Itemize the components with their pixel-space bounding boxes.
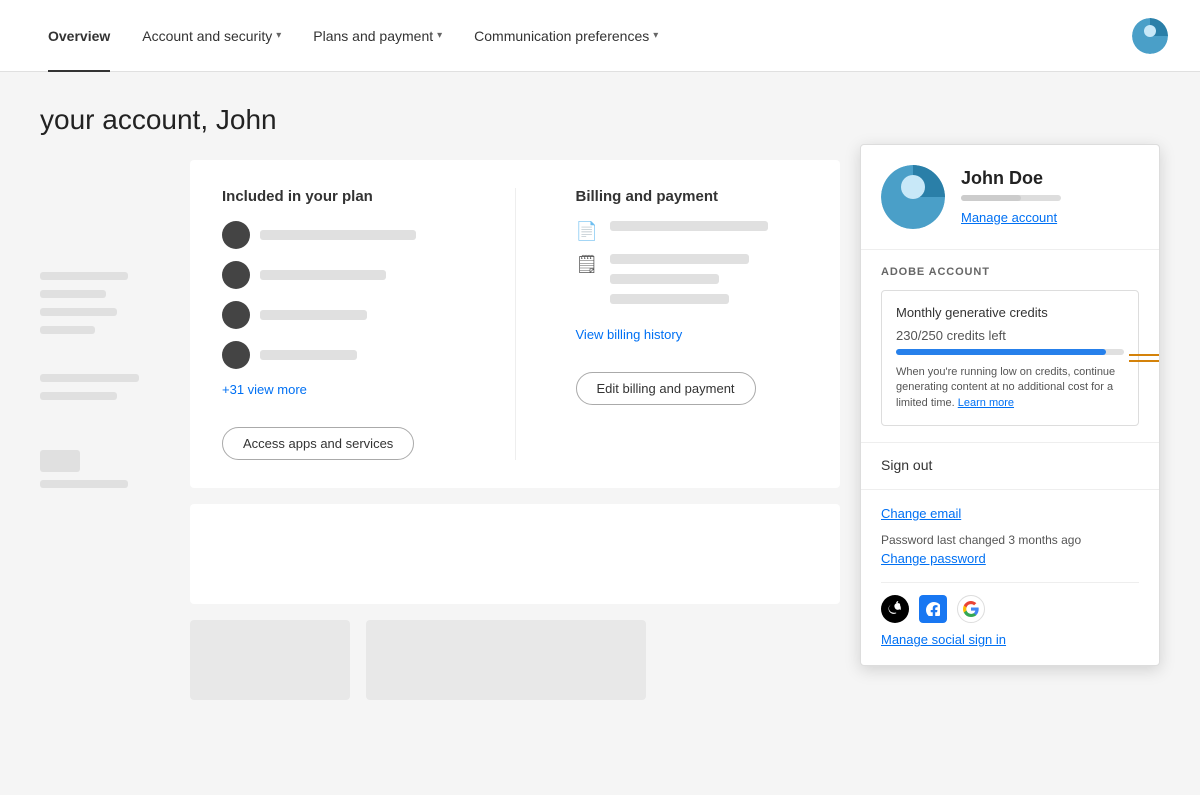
skeleton	[260, 310, 367, 320]
credits-progress-fill	[896, 349, 1106, 355]
user-avatar[interactable]	[1132, 18, 1168, 54]
learn-more-link[interactable]: Learn more	[958, 397, 1014, 409]
skeleton-card	[190, 620, 350, 700]
skeleton	[40, 308, 117, 316]
side-panel: John Doe Manage account ADOBE ACCOUNT Mo…	[860, 144, 1160, 666]
plan-item-2	[222, 261, 455, 289]
skeleton	[260, 230, 416, 240]
profile-info: John Doe Manage account	[961, 168, 1061, 227]
profile-avatar	[881, 165, 945, 229]
plan-item-1	[222, 221, 455, 249]
view-more-link[interactable]: +31 view more	[222, 382, 307, 397]
credits-progress-section: A B	[896, 349, 1124, 355]
skeleton	[40, 450, 80, 472]
password-info: Password last changed 3 months ago	[881, 533, 1139, 547]
apple-icon	[881, 595, 909, 623]
skeleton	[40, 374, 139, 382]
billing-item-2: 🗒	[576, 254, 809, 314]
user-name: John Doe	[961, 168, 1061, 189]
nav-bar: Overview Account and security ▾ Plans an…	[0, 0, 1200, 72]
manage-social-link[interactable]: Manage social sign in	[881, 632, 1006, 647]
main-card-area: Included in your plan	[190, 160, 840, 700]
credits-amount: 230/250 credits left	[896, 328, 1124, 343]
card-row: Included in your plan	[222, 188, 808, 460]
profile-section: John Doe Manage account	[861, 145, 1159, 250]
billing-icon-1: 📄	[576, 221, 598, 242]
adobe-account-section: ADOBE ACCOUNT Monthly generative credits…	[861, 250, 1159, 443]
section-divider	[515, 188, 516, 460]
divider	[881, 582, 1139, 583]
bottom-card-1	[190, 504, 840, 604]
google-icon	[957, 595, 985, 623]
bottom-cards-row	[190, 620, 840, 700]
skeleton	[40, 290, 106, 298]
change-email-link[interactable]: Change email	[881, 506, 1139, 521]
plan-section: Included in your plan	[222, 188, 455, 460]
plan-item-icon	[222, 301, 250, 329]
credits-progress-bg	[896, 349, 1124, 355]
tab-plans-payment[interactable]: Plans and payment ▾	[297, 0, 458, 72]
sign-out-button[interactable]: Sign out	[881, 457, 932, 473]
chevron-down-icon: ▾	[653, 30, 658, 41]
annotation-line-b	[1129, 360, 1160, 362]
skeleton	[610, 254, 748, 264]
skeleton	[40, 326, 95, 334]
adobe-section-title: ADOBE ACCOUNT	[881, 266, 1139, 278]
profile-progress-fill	[961, 195, 1021, 201]
facebook-icon	[919, 595, 947, 623]
skeleton	[610, 294, 729, 304]
skeleton-card	[366, 620, 646, 700]
tab-communication[interactable]: Communication preferences ▾	[458, 0, 674, 72]
profile-progress-bg	[961, 195, 1061, 201]
plan-item-icon	[222, 341, 250, 369]
social-icons	[881, 595, 1139, 623]
plan-item-4	[222, 341, 455, 369]
edit-billing-button[interactable]: Edit billing and payment	[576, 372, 756, 405]
skeleton	[40, 272, 128, 280]
skeleton	[40, 392, 117, 400]
plan-section-title: Included in your plan	[222, 188, 455, 205]
billing-item-1: 📄	[576, 221, 809, 242]
plan-item-icon	[222, 221, 250, 249]
skeleton	[260, 270, 386, 280]
chevron-down-icon: ▾	[437, 30, 442, 41]
page-title: your account, John	[40, 104, 1160, 136]
skeleton	[610, 274, 719, 284]
main-content: your account, John Included in your plan	[0, 72, 1200, 795]
credits-card: Monthly generative credits 230/250 credi…	[881, 290, 1139, 426]
billing-section-title: Billing and payment	[576, 188, 809, 205]
skeleton	[40, 480, 128, 488]
skeleton	[610, 221, 768, 231]
manage-account-link[interactable]: Manage account	[961, 210, 1057, 225]
plan-billing-card: Included in your plan	[190, 160, 840, 488]
left-sidebar	[40, 272, 150, 498]
view-billing-history-link[interactable]: View billing history	[576, 327, 683, 342]
tab-overview[interactable]: Overview	[32, 0, 126, 72]
chevron-down-icon: ▾	[276, 30, 281, 41]
plan-item-3	[222, 301, 455, 329]
billing-icon-2: 🗒	[576, 254, 599, 275]
change-password-link[interactable]: Change password	[881, 551, 1139, 566]
access-apps-button[interactable]: Access apps and services	[222, 427, 414, 460]
sign-out-section: Sign out	[861, 443, 1159, 490]
skeleton	[260, 350, 357, 360]
credits-title: Monthly generative credits	[896, 305, 1124, 320]
billing-section: Billing and payment 📄 🗒	[576, 188, 809, 460]
bottom-section	[190, 504, 840, 604]
credits-description: When you're running low on credits, cont…	[896, 365, 1124, 411]
tab-account-security[interactable]: Account and security ▾	[126, 0, 297, 72]
annotation-b: B	[1129, 353, 1160, 368]
account-details-section: Change email Password last changed 3 mon…	[861, 490, 1159, 665]
plan-item-icon	[222, 261, 250, 289]
